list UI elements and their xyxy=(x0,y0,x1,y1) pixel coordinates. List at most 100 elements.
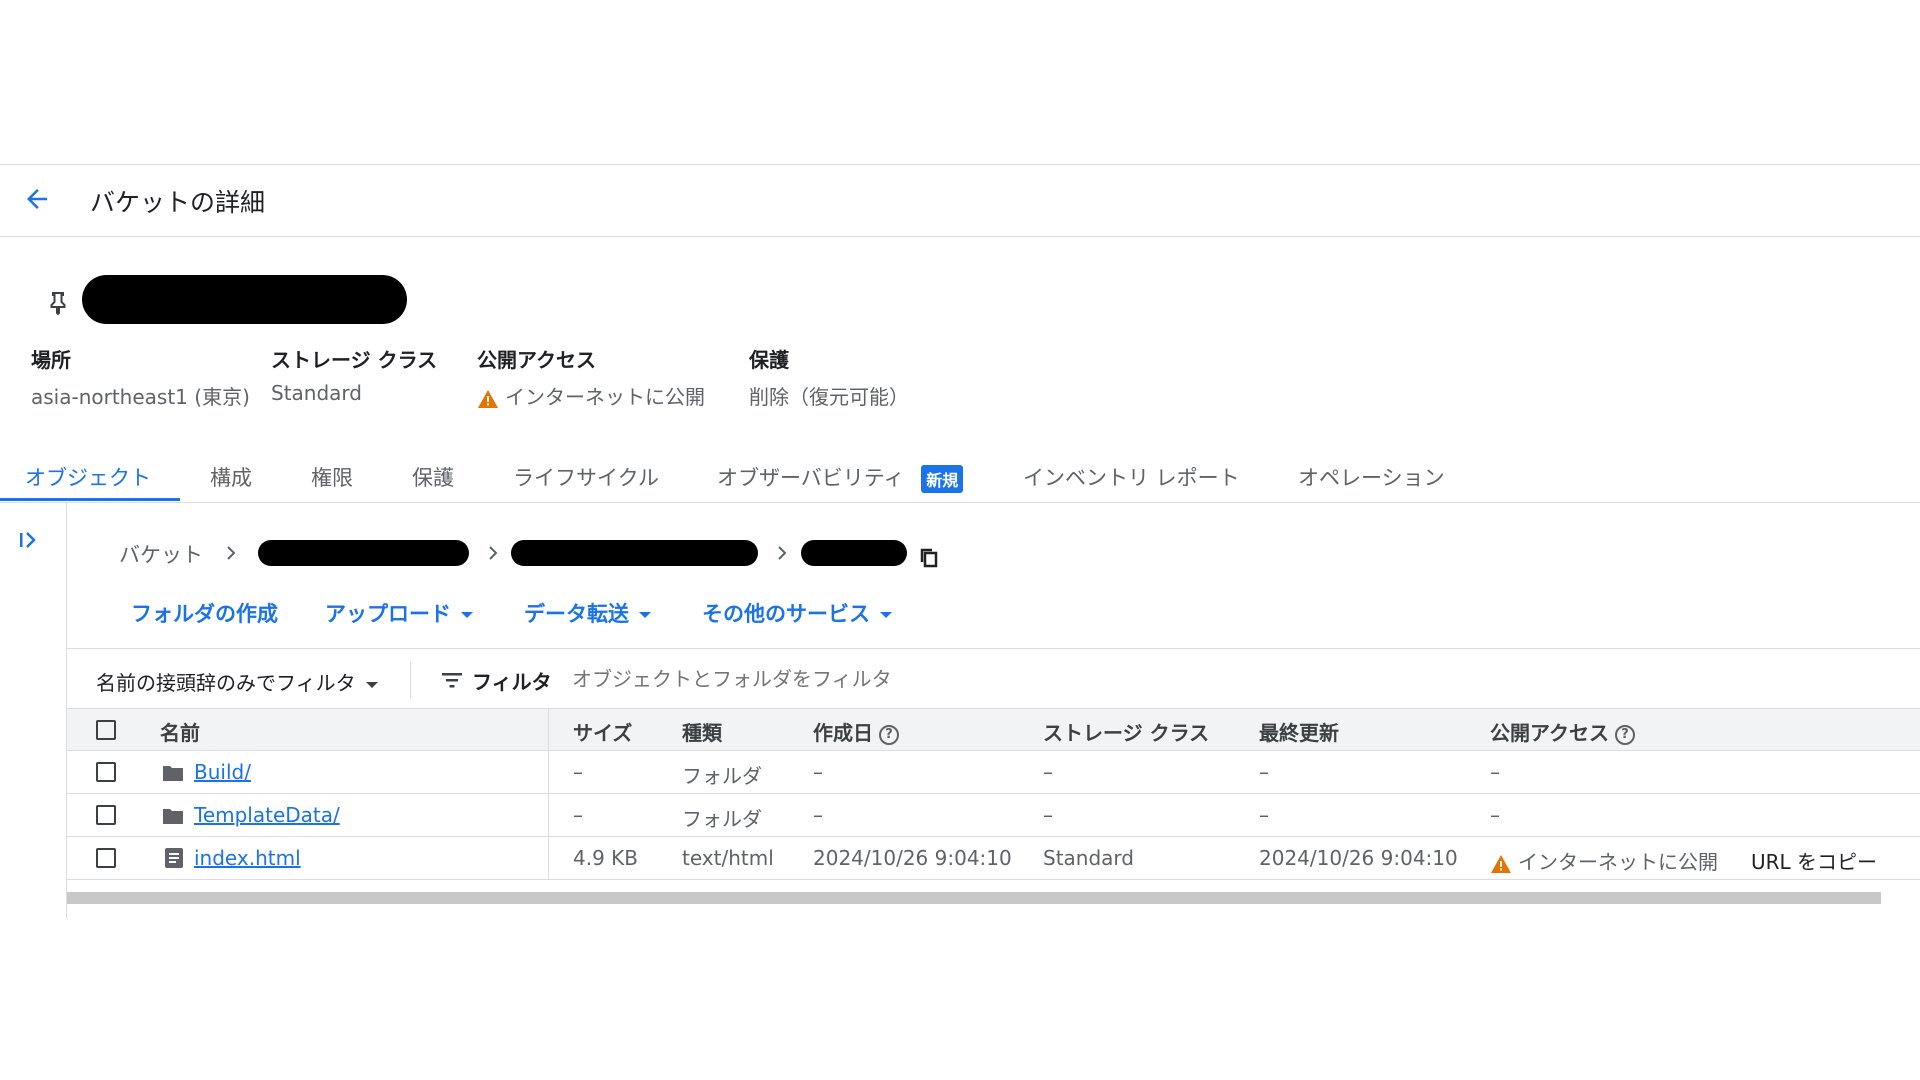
page-title: バケットの詳細 xyxy=(90,188,266,217)
row-public-access: – xyxy=(1490,803,1500,827)
tab-operations[interactable]: オペレーション xyxy=(1298,462,1445,492)
horizontal-scrollbar[interactable] xyxy=(67,892,1881,904)
chevron-right-icon xyxy=(485,543,501,567)
row-type: フォルダ xyxy=(682,807,762,831)
row-name-link[interactable]: TemplateData/ xyxy=(194,803,340,827)
breadcrumb-redacted-1[interactable] xyxy=(258,540,469,566)
row-name-link[interactable]: index.html xyxy=(194,846,301,870)
filter-label: フィルタ xyxy=(472,670,552,694)
location-value: asia-northeast1 (東京) xyxy=(31,385,250,409)
tab-lifecycle[interactable]: ライフサイクル xyxy=(513,462,659,492)
public-access-value: インターネットに公開 xyxy=(505,385,705,409)
table-top-border xyxy=(67,708,1920,709)
col-created-label: 作成日 xyxy=(813,721,873,745)
breadcrumb-root[interactable]: バケット xyxy=(119,539,203,569)
warning-icon xyxy=(478,389,498,408)
col-updated[interactable]: 最終更新 xyxy=(1259,717,1339,746)
row-storage-class: – xyxy=(1043,803,1053,827)
row-created: – xyxy=(813,760,823,784)
public-access-info: インターネットに公開 xyxy=(477,381,705,410)
top-divider xyxy=(0,164,1920,165)
row-public-access-value: インターネットに公開 xyxy=(1518,850,1718,874)
row-size: – xyxy=(573,803,583,827)
filter-input[interactable] xyxy=(572,664,1272,694)
expand-panel-icon[interactable] xyxy=(17,528,41,556)
transfer-label: データ転送 xyxy=(524,602,629,626)
tab-observability[interactable]: オブザーバビリティ 新規 xyxy=(717,462,964,493)
row-checkbox[interactable] xyxy=(96,848,116,868)
row-public-access: インターネットに公開 xyxy=(1490,846,1718,875)
dropdown-caret-icon xyxy=(461,612,473,618)
row-created: – xyxy=(813,803,823,827)
row-created: 2024/10/26 9:04:10 xyxy=(813,846,1012,870)
select-all-checkbox[interactable] xyxy=(96,720,116,740)
breadcrumb-redacted-2[interactable] xyxy=(511,540,758,566)
row-updated: – xyxy=(1259,803,1269,827)
create-folder-button[interactable]: フォルダの作成 xyxy=(131,598,278,628)
col-size[interactable]: サイズ xyxy=(573,717,632,746)
dropdown-caret-icon xyxy=(880,612,892,618)
upload-button[interactable]: アップロード xyxy=(325,598,473,628)
protection-label: 保護 xyxy=(749,348,789,372)
col-name[interactable]: 名前 xyxy=(160,717,200,746)
row-name[interactable]: Build/ xyxy=(194,760,251,784)
tab-protection[interactable]: 保護 xyxy=(412,462,454,492)
col-storage-class[interactable]: ストレージ クラス xyxy=(1043,717,1209,746)
location-label: 場所 xyxy=(31,348,71,372)
tab-permissions[interactable]: 権限 xyxy=(311,462,353,492)
upload-label: アップロード xyxy=(325,602,451,626)
other-services-button[interactable]: その他のサービス xyxy=(702,598,892,628)
row-divider xyxy=(67,793,1920,794)
row-checkbox[interactable] xyxy=(96,762,116,782)
breadcrumb-redacted-3 xyxy=(801,540,907,566)
folder-icon xyxy=(162,764,184,786)
copy-url-button[interactable]: URL をコピー xyxy=(1751,846,1877,875)
row-public-access: – xyxy=(1490,760,1500,784)
copy-icon[interactable] xyxy=(918,546,940,574)
action-bar-divider xyxy=(67,648,1920,649)
help-icon[interactable]: ? xyxy=(879,724,899,745)
name-column-divider xyxy=(548,709,549,880)
chevron-right-icon xyxy=(223,543,239,567)
file-icon xyxy=(164,847,184,873)
table-header-border xyxy=(67,750,1920,751)
back-arrow-icon[interactable] xyxy=(22,184,52,218)
row-type: text/html xyxy=(682,846,774,870)
tab-observability-label: オブザーバビリティ xyxy=(717,466,905,490)
active-tab-indicator xyxy=(0,498,180,501)
dropdown-caret-icon xyxy=(365,681,378,688)
tab-objects[interactable]: オブジェクト xyxy=(25,462,151,492)
prefix-filter-label: 名前の接頭辞のみでフィルタ xyxy=(96,671,356,695)
new-badge: 新規 xyxy=(921,465,964,493)
folder-icon xyxy=(162,807,184,829)
dropdown-caret-icon xyxy=(639,612,651,618)
storage-class-label: ストレージ クラス xyxy=(271,348,438,372)
prefix-filter-select[interactable]: 名前の接頭辞のみでフィルタ xyxy=(96,667,378,696)
tab-inventory-reports[interactable]: インベントリ レポート xyxy=(1023,462,1240,492)
other-services-label: その他のサービス xyxy=(702,602,870,626)
row-updated: – xyxy=(1259,760,1269,784)
row-name-link[interactable]: Build/ xyxy=(194,760,251,784)
help-icon[interactable]: ? xyxy=(1615,724,1635,745)
header-divider xyxy=(0,236,1920,237)
warning-icon xyxy=(1491,854,1511,873)
tabs-divider xyxy=(0,502,1920,503)
tab-configuration[interactable]: 構成 xyxy=(210,462,252,492)
row-name[interactable]: index.html xyxy=(194,846,301,870)
transfer-button[interactable]: データ転送 xyxy=(524,598,651,628)
col-public-access-label: 公開アクセス xyxy=(1490,721,1609,745)
col-public-access[interactable]: 公開アクセス? xyxy=(1490,717,1635,746)
col-type[interactable]: 種類 xyxy=(682,717,722,746)
row-name[interactable]: TemplateData/ xyxy=(194,803,340,827)
row-size: 4.9 KB xyxy=(573,846,638,870)
filter-icon[interactable] xyxy=(441,671,463,693)
chevron-right-icon xyxy=(774,543,790,567)
row-updated: 2024/10/26 9:04:10 xyxy=(1259,846,1458,870)
row-divider xyxy=(67,879,1920,880)
pin-icon[interactable] xyxy=(47,290,69,320)
bucket-name-redacted xyxy=(82,275,407,324)
row-checkbox[interactable] xyxy=(96,805,116,825)
row-storage-class: Standard xyxy=(1043,846,1134,870)
col-created[interactable]: 作成日? xyxy=(813,717,899,746)
filter-divider xyxy=(410,662,411,698)
